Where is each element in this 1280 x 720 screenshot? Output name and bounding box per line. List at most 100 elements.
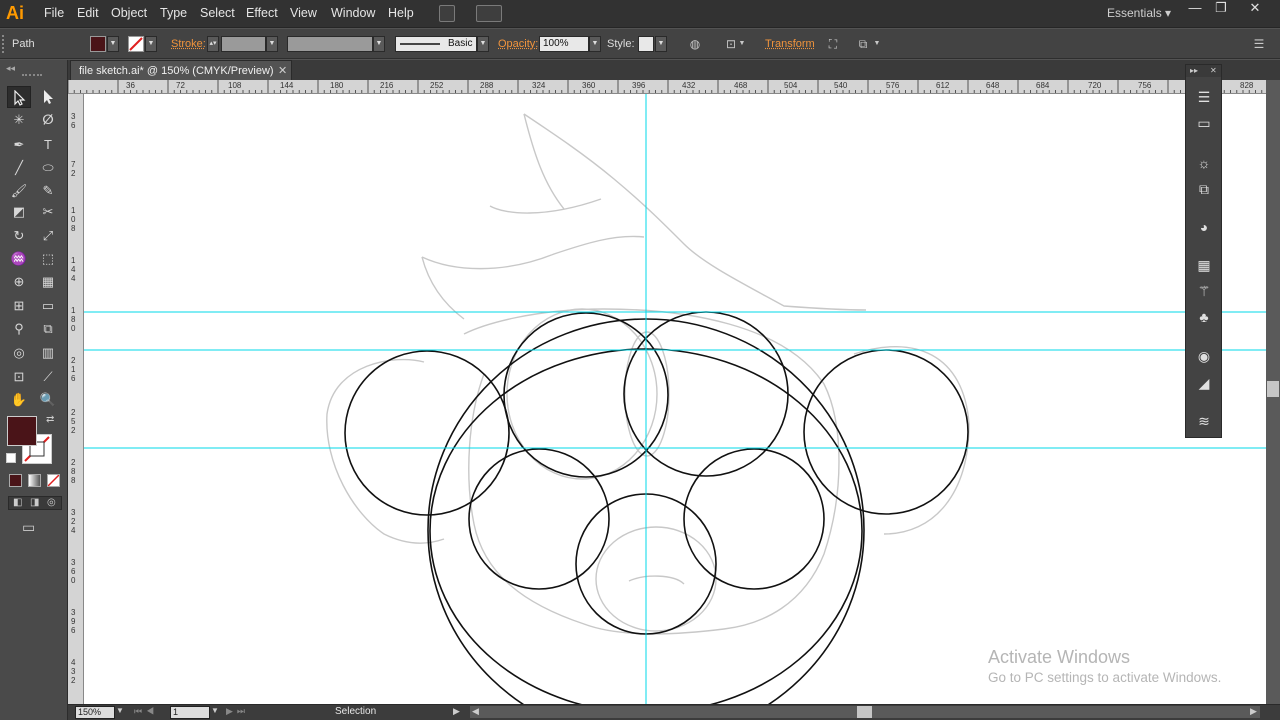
transform-panel-icon[interactable]: ⧉	[1194, 179, 1214, 199]
isolate-object-icon[interactable]: ⛶	[824, 35, 842, 53]
menu-edit[interactable]: Edit	[77, 6, 99, 20]
menu-help[interactable]: Help	[388, 6, 414, 20]
menu-window[interactable]: Window	[331, 6, 375, 20]
hand-icon[interactable]: ✋	[7, 389, 31, 411]
tools-panel-grip[interactable]	[22, 74, 42, 76]
brush-dropdown[interactable]: ▼	[477, 36, 489, 52]
artboard-canvas[interactable]: Activate Windows Go to PC settings to ac…	[84, 94, 1266, 704]
vertical-scroll-thumb[interactable]	[1267, 381, 1279, 397]
perspective-grid-icon[interactable]: ▦	[36, 271, 60, 293]
transparency-icon[interactable]: ◢	[1194, 373, 1214, 393]
brushes-icon[interactable]: ⚚	[1194, 281, 1214, 301]
artboard-dropdown[interactable]: ▼	[211, 706, 219, 715]
paintbrush-icon[interactable]: 🖌	[7, 180, 31, 202]
swatches-icon[interactable]: ▦	[1194, 255, 1214, 275]
expand-panels-icon[interactable]: ▸▸	[1190, 66, 1198, 75]
close-document-icon[interactable]: ✕	[278, 64, 287, 77]
zoom-level-field[interactable]: 150%	[75, 706, 115, 719]
mesh-icon[interactable]: ⊞	[7, 295, 31, 317]
ellipse-icon[interactable]: ⬭	[36, 157, 60, 179]
graphic-styles-icon[interactable]: ◉	[1194, 346, 1214, 366]
collapse-panel-icon[interactable]: ◂◂	[6, 63, 15, 74]
none-mode-icon[interactable]	[47, 474, 60, 487]
rotate-icon[interactable]: ↻	[7, 225, 31, 247]
fill-swatch[interactable]	[7, 416, 37, 446]
blend-icon[interactable]: ⧉	[36, 318, 60, 340]
menu-effect[interactable]: Effect	[246, 6, 278, 20]
stroke-weight-dropdown[interactable]: ▼	[266, 36, 278, 52]
pencil-icon[interactable]: ✎	[36, 180, 60, 202]
recolor-artwork-icon[interactable]: ◍	[686, 35, 704, 53]
selection-tool-icon[interactable]	[7, 86, 31, 108]
default-fill-stroke-icon[interactable]	[6, 453, 16, 463]
shape-builder-icon[interactable]: ⊕	[7, 271, 31, 293]
drawing-modes[interactable]: ◧ ◨ ◎	[8, 496, 62, 510]
warp-icon[interactable]: ♒	[7, 248, 31, 270]
line-segment-icon[interactable]: ╱	[7, 157, 31, 179]
stroke-label[interactable]: Stroke:	[171, 38, 206, 50]
workspace-switcher[interactable]: Essentials ▾	[1107, 6, 1171, 20]
menu-object[interactable]: Object	[111, 6, 147, 20]
gradient-mode-icon[interactable]	[28, 474, 41, 487]
menu-view[interactable]: View	[290, 6, 317, 20]
guides[interactable]	[84, 94, 1266, 704]
color-mode-icon[interactable]	[9, 474, 22, 487]
appearance-icon[interactable]: ☼	[1194, 153, 1214, 173]
zoom-icon[interactable]: 🔍	[36, 389, 60, 411]
artboard-nav-prev[interactable]: ⏮◀	[134, 706, 158, 717]
zoom-dropdown[interactable]: ▼	[116, 706, 124, 715]
construction-circles[interactable]	[344, 311, 969, 704]
artboard-icon[interactable]: ⊡	[7, 366, 31, 388]
dock-header[interactable]: ▸▸ ✕	[1186, 65, 1221, 77]
symbol-sprayer-icon[interactable]: ◎	[7, 342, 31, 364]
layers-icon[interactable]: ≋	[1194, 411, 1214, 431]
scroll-right-arrow[interactable]: ▶	[1250, 706, 1257, 717]
graphic-style-swatch[interactable]	[638, 36, 654, 52]
pen-icon[interactable]: ✒	[7, 134, 31, 156]
draw-inside-icon[interactable]: ◎	[47, 497, 56, 508]
variable-width-profile[interactable]	[287, 36, 373, 52]
stroke-weight-field[interactable]	[221, 36, 266, 52]
opacity-field[interactable]: 100%	[539, 36, 589, 52]
stroke-dropdown[interactable]: ▼	[145, 36, 157, 52]
eyedropper-icon[interactable]: ⚲	[7, 318, 31, 340]
menu-type[interactable]: Type	[160, 6, 187, 20]
symbols-icon[interactable]: ♣	[1194, 307, 1214, 327]
vertical-ruler[interactable]: 3 6 7 2 1 0 8 1 4 4 1 8 0 2 1 6 2 5 2 2 …	[68, 94, 84, 704]
magic-wand-icon[interactable]: ✳	[7, 109, 31, 131]
draw-behind-icon[interactable]: ◨	[30, 497, 39, 508]
arrange-dropdown[interactable]: ▼	[872, 35, 882, 53]
opacity-dropdown[interactable]: ▼	[589, 36, 601, 52]
type-icon[interactable]: T	[36, 134, 60, 156]
swap-fill-stroke-icon[interactable]: ⇄	[46, 414, 54, 425]
restore-button[interactable]: ❐	[1206, 0, 1236, 18]
lasso-icon[interactable]: ⵁ	[36, 109, 60, 131]
horizontal-scroll-thumb[interactable]	[857, 706, 872, 718]
horizontal-ruler[interactable]: 36 72 108 144 180 216 252 288 324 360 39…	[68, 80, 1266, 94]
scroll-left-arrow[interactable]: ◀	[472, 706, 479, 717]
artboard-nav-next[interactable]: ▶⏭	[226, 706, 249, 717]
column-graph-icon[interactable]: ▥	[36, 342, 60, 364]
control-bar-grip[interactable]	[2, 35, 6, 53]
menu-file[interactable]: File	[44, 6, 64, 20]
free-transform-icon[interactable]: ⬚	[36, 248, 60, 270]
document-tab[interactable]: file sketch.ai* @ 150% (CMYK/Preview) ✕	[70, 60, 292, 80]
brush-definition-field[interactable]: Basic	[395, 36, 477, 52]
arrange-icon[interactable]: ⧉	[854, 35, 872, 53]
draw-normal-icon[interactable]: ◧	[13, 497, 22, 508]
stroke-color-swatch[interactable]	[128, 36, 144, 52]
current-tool-status[interactable]: Selection	[335, 706, 376, 717]
transform-link[interactable]: Transform	[765, 38, 815, 50]
artwork[interactable]	[84, 94, 1266, 704]
gradient-icon[interactable]: ▭	[36, 295, 60, 317]
change-screen-mode-icon[interactable]: ▭	[22, 519, 35, 536]
style-dropdown[interactable]: ▼	[655, 36, 667, 52]
artboard-number-field[interactable]: 1	[170, 706, 210, 719]
scissors-icon[interactable]: ✂	[36, 201, 60, 223]
profile-dropdown[interactable]: ▼	[373, 36, 385, 52]
color-guide-icon[interactable]: ☰	[1194, 87, 1214, 107]
slice-icon[interactable]: ⟋	[36, 366, 60, 388]
pathfinder-icon[interactable]: ◕	[1194, 217, 1214, 237]
fill-dropdown[interactable]: ▼	[107, 36, 119, 52]
eraser-icon[interactable]: ◩	[7, 201, 31, 223]
